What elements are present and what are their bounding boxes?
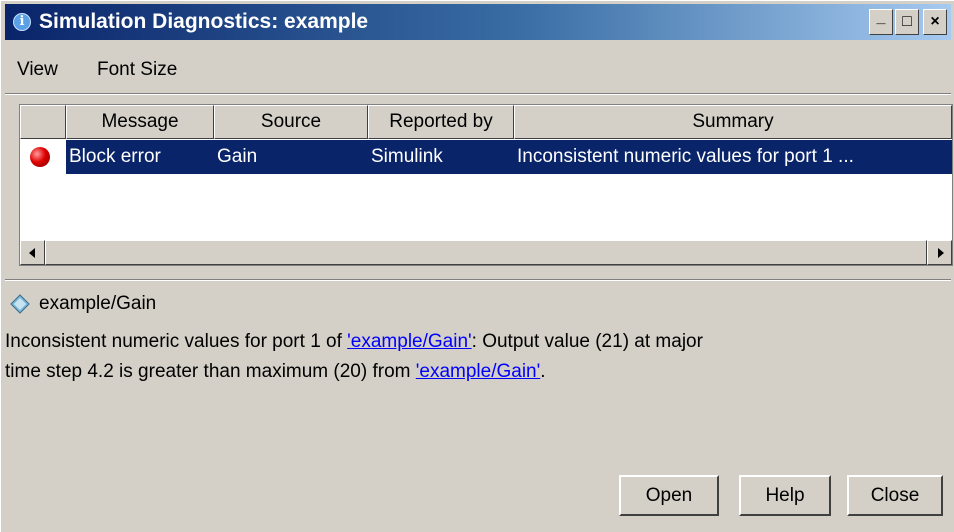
menu-view[interactable]: View — [17, 59, 58, 81]
window-title: Simulation Diagnostics: example — [39, 10, 369, 33]
column-header-source[interactable]: Source — [214, 105, 368, 139]
cell-message[interactable]: Block error — [66, 140, 214, 174]
arrow-left-icon — [29, 248, 35, 258]
block-link[interactable]: 'example/Gain' — [416, 361, 540, 382]
message-line-1: Inconsistent numeric values for port 1 o… — [5, 327, 945, 357]
close-icon: × — [930, 13, 940, 30]
scroll-right-button[interactable] — [927, 240, 952, 265]
cell-reported-by[interactable]: Simulink — [368, 140, 514, 174]
diagnostic-message: Inconsistent numeric values for port 1 o… — [5, 327, 945, 387]
message-text: . — [540, 361, 546, 382]
message-text: : Output value (21) at major — [471, 331, 703, 352]
message-text: time step 4.2 is greater than maximum (2… — [5, 361, 416, 382]
minimize-button[interactable]: _ — [869, 9, 893, 35]
help-button[interactable]: Help — [739, 475, 831, 516]
block-path: example/Gain — [39, 293, 157, 314]
error-icon — [30, 147, 50, 167]
table-row[interactable]: Block error Gain Simulink Inconsistent n… — [20, 140, 952, 174]
column-header-reported-by[interactable]: Reported by — [368, 105, 514, 139]
arrow-right-icon — [938, 248, 944, 258]
diagnostics-window: i Simulation Diagnostics: example _ □ × … — [0, 0, 954, 532]
window-controls: _ □ × — [869, 9, 949, 35]
close-button[interactable]: Close — [847, 475, 943, 516]
menu-font-size[interactable]: Font Size — [97, 59, 177, 81]
message-text: Inconsistent numeric values for port 1 o… — [5, 331, 348, 352]
column-header-icon[interactable] — [20, 105, 66, 139]
open-button[interactable]: Open — [619, 475, 719, 516]
close-window-button[interactable]: × — [923, 9, 947, 35]
minimize-icon: _ — [876, 9, 886, 26]
scroll-thumb[interactable] — [45, 240, 927, 265]
scroll-left-button[interactable] — [20, 240, 45, 265]
diagnostics-table: Message Source Reported by Summary Block… — [19, 104, 953, 266]
cell-summary[interactable]: Inconsistent numeric values for port 1 .… — [514, 140, 952, 174]
title-bar[interactable]: i Simulation Diagnostics: example _ □ × — [5, 4, 951, 40]
cell-source[interactable]: Gain — [214, 140, 368, 174]
column-header-message[interactable]: Message — [66, 105, 214, 139]
horizontal-scrollbar[interactable] — [20, 240, 952, 265]
message-line-2: time step 4.2 is greater than maximum (2… — [5, 357, 945, 387]
block-link[interactable]: 'example/Gain' — [347, 331, 471, 352]
splitter[interactable] — [5, 279, 951, 281]
row-icon-cell — [20, 140, 66, 174]
block-icon — [10, 294, 30, 314]
menu-separator — [5, 93, 951, 95]
maximize-icon: □ — [902, 13, 912, 30]
block-path-bar: example/Gain — [5, 288, 951, 322]
maximize-button[interactable]: □ — [895, 9, 919, 35]
column-header-summary[interactable]: Summary — [514, 105, 952, 139]
info-icon: i — [13, 13, 31, 31]
